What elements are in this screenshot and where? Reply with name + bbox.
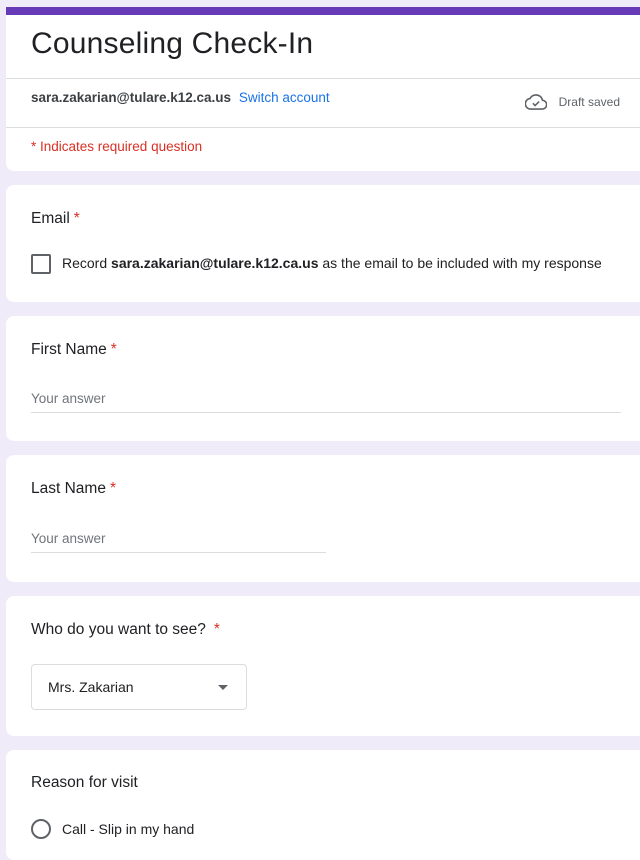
question-label-who: Who do you want to see? *: [31, 621, 220, 639]
required-asterisk: *: [213, 621, 220, 638]
question-label-email: Email *: [31, 210, 80, 228]
record-email-label[interactable]: Record sara.zakarian@tulare.k12.ca.us as…: [62, 255, 602, 271]
required-asterisk: *: [110, 341, 117, 358]
accent-bar: [6, 7, 640, 15]
question-card-last-name: Last Name *: [6, 455, 640, 582]
dropdown-selected-value: Mrs. Zakarian: [48, 679, 134, 695]
record-suffix: as the email to be included with my resp…: [322, 255, 602, 271]
last-name-input[interactable]: [31, 531, 326, 553]
reason-option-radio[interactable]: [31, 819, 51, 839]
required-asterisk: *: [109, 480, 116, 497]
caret-down-icon: [218, 684, 228, 690]
draft-status: Draft saved: [524, 94, 620, 110]
account-divider: [6, 127, 640, 128]
reason-option-label[interactable]: Call - Slip in my hand: [62, 821, 194, 837]
account-email: sara.zakarian@tulare.k12.ca.us: [31, 90, 232, 105]
account-row: sara.zakarian@tulare.k12.ca.us Switch ac…: [31, 90, 330, 105]
required-note: * Indicates required question: [31, 139, 203, 154]
question-label-last-name: Last Name *: [31, 480, 116, 498]
form-header-card: Counseling Check-In sara.zakarian@tulare…: [6, 0, 640, 171]
first-name-input[interactable]: [31, 391, 621, 413]
question-card-email: Email * Record sara.zakarian@tulare.k12.c…: [6, 185, 640, 302]
record-prefix: Record: [62, 255, 108, 271]
question-title: Who do you want to see?: [31, 621, 206, 638]
record-email: sara.zakarian@tulare.k12.ca.us: [111, 255, 319, 271]
cloud-check-icon: [524, 94, 547, 110]
draft-status-text: Draft saved: [558, 95, 620, 109]
question-title: First Name: [31, 341, 107, 358]
counselor-dropdown[interactable]: Mrs. Zakarian: [31, 664, 247, 710]
question-title: Last Name: [31, 480, 106, 497]
question-card-who: Who do you want to see? * Mrs. Zakarian: [6, 596, 640, 736]
question-label-first-name: First Name *: [31, 341, 117, 359]
form-title: Counseling Check-In: [31, 27, 314, 60]
question-title: Email: [31, 210, 70, 227]
required-asterisk: *: [73, 210, 80, 227]
title-divider: [6, 78, 640, 79]
record-email-checkbox[interactable]: [31, 254, 51, 274]
question-label-reason: Reason for visit: [31, 774, 138, 791]
question-card-reason: Reason for visit Call - Slip in my hand: [6, 750, 640, 860]
switch-account-link[interactable]: Switch account: [239, 90, 330, 105]
header-top-spacer: [6, 0, 640, 7]
question-card-first-name: First Name *: [6, 316, 640, 441]
